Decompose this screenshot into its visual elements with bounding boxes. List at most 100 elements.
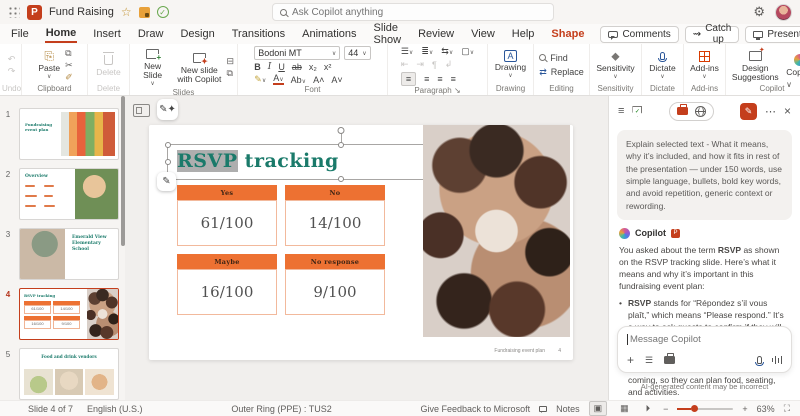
favorite-star-icon[interactable]: ☆ (121, 5, 132, 19)
rotation-handle[interactable] (338, 127, 345, 134)
text-direction-button[interactable]: ▢∨ (461, 46, 474, 57)
font-family-select[interactable]: Bodoni MT∨ (254, 46, 340, 60)
read-aloud-icon[interactable] (772, 356, 783, 364)
copilot-button[interactable]: Copilot (784, 52, 800, 78)
thumbnail-slide-3[interactable]: 3 Emerald View Elementary School (0, 228, 119, 280)
font-color-button[interactable]: A∨ (273, 74, 283, 85)
shrink-font-button[interactable]: A˅ (331, 75, 342, 85)
italic-button[interactable]: I (268, 62, 272, 72)
format-painter-icon[interactable]: ✐ (65, 72, 73, 83)
zoom-in-icon[interactable]: + (742, 404, 747, 414)
subscript-button[interactable]: x₂ (309, 62, 317, 72)
tab-draw[interactable]: Draw (137, 26, 165, 42)
paste-button[interactable]: ⎘Paste∨ (36, 48, 62, 81)
thumbnail-slide-1[interactable]: 1 Fundraising event plan (0, 108, 119, 160)
paragraph-mark-button[interactable]: ¶ (432, 60, 437, 70)
redo-icon[interactable]: ↷ (8, 66, 16, 77)
document-title[interactable]: Fund Raising (49, 6, 114, 18)
superscript-button[interactable]: x² (324, 62, 332, 72)
feedback-link[interactable]: Give Feedback to Microsoft (421, 404, 531, 414)
sensitivity-button[interactable]: ⬥Sensitivity∨ (594, 48, 636, 81)
user-avatar[interactable] (775, 4, 792, 21)
tab-help[interactable]: Help (511, 26, 536, 42)
justify-button[interactable]: ≡ (451, 74, 456, 84)
delete-button[interactable]: Delete (94, 52, 123, 78)
new-slide-with-copilot-button[interactable]: New slide with Copilot (175, 50, 223, 85)
zoom-slider[interactable] (677, 408, 733, 410)
copy-icon[interactable]: ⧉ (65, 48, 73, 59)
numbering-button[interactable]: ≣∨ (421, 46, 433, 57)
tab-review[interactable]: Review (417, 26, 455, 42)
tab-view[interactable]: View (470, 26, 496, 42)
rsvp-table[interactable]: Yes61/100 No14/100 Maybe16/100 No respon… (177, 185, 385, 315)
slide-layout-icon[interactable]: ⊟ (226, 56, 234, 67)
decrease-indent-button[interactable]: ⇤ (401, 59, 409, 70)
copilot-message-box[interactable]: + ☰ (617, 326, 792, 373)
quick-actions-pen-icon[interactable]: ✎ (157, 172, 176, 191)
highlight-color-button[interactable]: ✎∨ (254, 74, 266, 85)
undo-icon[interactable]: ↶ (8, 54, 16, 65)
line-spacing-button[interactable]: ↲ (445, 59, 453, 70)
table-cell-no-response[interactable]: No response9/100 (285, 254, 385, 315)
design-suggestions-button[interactable]: Design Suggestions (729, 48, 781, 83)
slide-sorter-view-button[interactable]: ▦ (616, 402, 633, 415)
paragraph-dialog-launcher-icon[interactable]: ↘ (454, 86, 461, 95)
resize-handle[interactable] (338, 176, 344, 182)
voice-input-icon[interactable] (757, 356, 762, 364)
thumbnail-slide-5[interactable]: 5 Food and drink vendors (0, 348, 119, 400)
fit-to-window-icon[interactable]: ⛶ (784, 403, 790, 414)
ribbon-collapse-chevron[interactable]: ∨ (786, 80, 792, 89)
columns-button[interactable]: ⇆∨ (441, 46, 453, 57)
slide-title[interactable]: RSVP tracking (177, 150, 339, 172)
search-input[interactable] (292, 7, 546, 18)
tab-home[interactable]: Home (45, 25, 78, 43)
notes-button[interactable]: Notes (556, 404, 580, 414)
tab-animations[interactable]: Animations (301, 26, 357, 42)
duplicate-slide-icon[interactable]: ⧉ (226, 68, 234, 79)
shield-check-icon[interactable]: ✓ (632, 106, 642, 117)
catch-up-button[interactable]: ⇝Catch up (685, 26, 740, 43)
table-cell-yes[interactable]: Yes61/100 (177, 185, 277, 246)
dictate-button[interactable]: Dictate∨ (647, 48, 677, 81)
zoom-out-icon[interactable]: − (663, 404, 668, 414)
new-chat-button[interactable]: ✎ (740, 103, 757, 120)
cut-icon[interactable]: ✂ (65, 60, 73, 71)
tab-design[interactable]: Design (179, 26, 215, 42)
tab-file[interactable]: File (10, 26, 30, 42)
settings-gear-icon[interactable]: ⚙ (753, 4, 765, 20)
slideshow-view-button[interactable]: ⏵ (642, 402, 655, 415)
add-attachment-icon[interactable]: + (627, 354, 634, 366)
sparkle-pen-icon[interactable]: ✎✦ (157, 99, 178, 120)
chat-history-icon[interactable]: ≡ (618, 105, 624, 117)
new-slide-button[interactable]: New Slide∨ (133, 46, 172, 88)
table-cell-maybe[interactable]: Maybe16/100 (177, 254, 277, 315)
sensitivity-label-icon[interactable] (139, 7, 150, 18)
copilot-search-box[interactable] (272, 3, 554, 21)
character-spacing-button[interactable]: Ab∨ (291, 75, 306, 85)
resize-handle[interactable] (165, 142, 171, 148)
resize-handle[interactable] (338, 142, 344, 148)
zoom-level[interactable]: 63% (757, 404, 775, 414)
table-cell-no[interactable]: No14/100 (285, 185, 385, 246)
strikethrough-button[interactable]: ab (292, 62, 302, 72)
tune-options-icon[interactable]: ☰ (645, 355, 653, 366)
tab-insert[interactable]: Insert (92, 26, 122, 42)
tab-transitions[interactable]: Transitions (231, 26, 286, 42)
bullets-button[interactable]: ☰∨ (401, 46, 413, 57)
slide-editing-surface[interactable]: ✎ RSVP tracking Yes61/100 No14/100 Maybe… (149, 125, 573, 360)
work-web-toggle[interactable] (669, 102, 714, 121)
grow-font-button[interactable]: A˄ (313, 75, 324, 85)
slide-count[interactable]: Slide 4 of 7 (28, 404, 73, 414)
present-button[interactable]: Present∨ (745, 26, 800, 43)
web-mode-icon[interactable] (695, 106, 706, 117)
hide-thumbnail-pane-icon[interactable] (133, 104, 150, 117)
font-size-select[interactable]: 44∨ (344, 46, 370, 60)
close-icon[interactable]: × (784, 104, 791, 118)
replace-button[interactable]: ⇄Replace (539, 67, 584, 78)
bold-button[interactable]: B (254, 62, 261, 72)
zoom-slider-handle[interactable] (691, 405, 698, 412)
resize-handle[interactable] (165, 159, 171, 165)
find-button[interactable]: Find (539, 53, 584, 63)
work-mode-icon[interactable] (677, 107, 688, 115)
saved-status-icon[interactable]: ✓ (157, 6, 169, 18)
